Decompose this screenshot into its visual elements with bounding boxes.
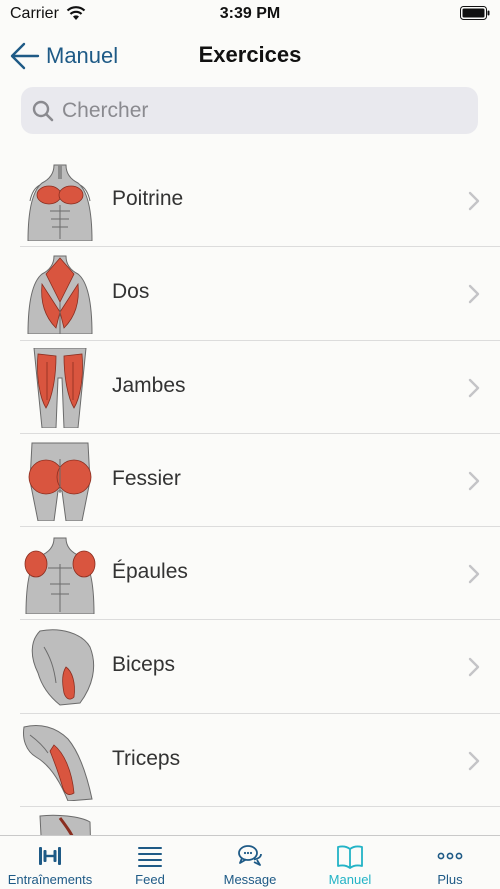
legs-muscle-icon [33,347,87,428]
search-input[interactable] [62,98,462,123]
list-item-triceps[interactable]: Triceps [20,714,500,808]
list-item-label: Triceps [112,746,181,770]
glutes-muscle-icon [28,442,92,521]
search-bar [21,87,478,134]
list-item-epaules[interactable]: Épaules [20,527,500,621]
book-icon [337,845,363,869]
list-item-poitrine[interactable]: Poitrine [20,154,500,248]
shoulders-muscle-icon [24,537,96,615]
list-item-fessier[interactable]: Fessier [20,434,500,528]
chevron-right-icon [468,191,480,211]
list-item-label: Poitrine [112,187,184,210]
forearm-muscle-icon [39,814,91,835]
chevron-right-icon [468,658,480,677]
chat-bubbles-icon [238,845,262,866]
tab-plus[interactable]: Plus [400,836,500,889]
chevron-right-icon [468,285,480,304]
list-item-partial[interactable] [20,807,500,835]
tab-manuel[interactable]: Manuel [300,836,400,889]
search-icon [32,100,54,121]
tab-label: Manuel [328,872,372,887]
tab-entrainements[interactable]: Entraînements [0,836,100,889]
list-item-jambes[interactable]: Jambes [20,341,500,434]
navigation-bar: Manuel Exercices [0,30,500,80]
chest-muscle-icon [27,164,93,241]
triceps-muscle-icon [23,724,93,801]
biceps-muscle-icon [31,629,95,707]
tab-label: Message [223,872,277,887]
exercise-list: Poitrine Dos Jambes Fessier Épaules Bice… [0,154,500,835]
chevron-right-icon [468,751,480,770]
tab-label: Feed [135,872,165,887]
list-item-dos[interactable]: Dos [20,247,500,341]
chevron-right-icon [468,378,480,397]
chevron-right-icon [468,471,480,491]
dumbbell-icon [39,847,61,865]
more-dots-icon [437,852,463,860]
tab-bar: Entraînements Feed Message Manuel Plus [0,835,500,889]
list-item-label: Dos [112,280,150,304]
page-title: Exercices [198,42,302,67]
tab-feed[interactable]: Feed [100,836,200,889]
list-item-label: Fessier [112,466,181,490]
status-bar: Carrier 3:39 PM [0,0,500,30]
status-time: 3:39 PM [219,5,281,22]
list-item-label: Épaules [112,560,188,584]
list-item-label: Jambes [112,373,186,397]
back-muscle-icon [27,255,93,335]
tab-message[interactable]: Message [200,836,300,889]
tab-label: Entraînements [7,872,93,887]
feed-list-icon [138,847,162,867]
list-item-biceps[interactable]: Biceps [20,620,500,714]
battery-icon [460,6,490,20]
tab-label: Plus [437,872,463,887]
list-item-label: Biceps [112,653,176,677]
chevron-right-icon [468,564,480,584]
